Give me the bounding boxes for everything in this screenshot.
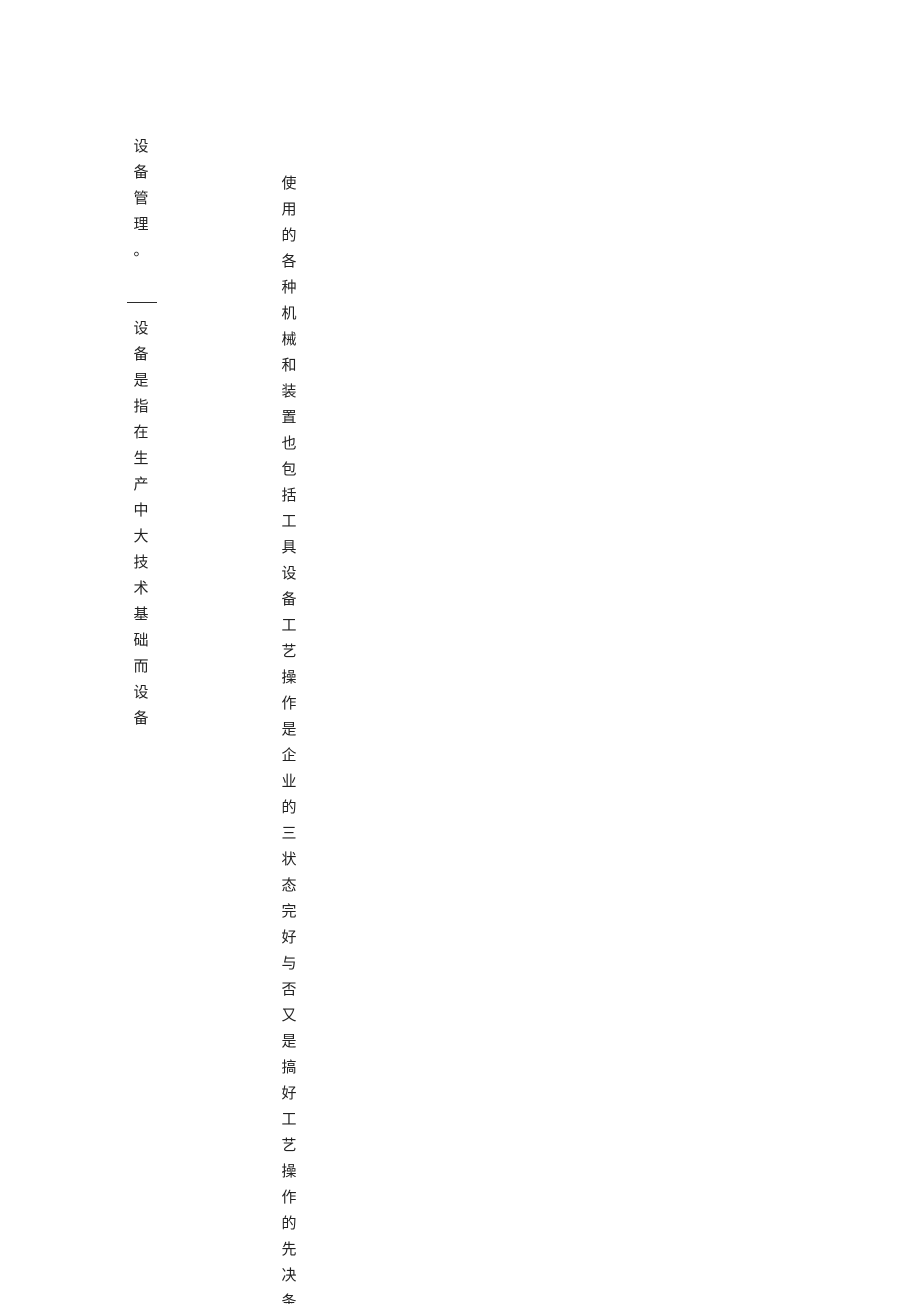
text-character: 理	[133, 217, 149, 233]
text-character: 械	[281, 332, 297, 348]
text-character: 术	[133, 581, 149, 597]
text-character: 具	[281, 540, 297, 556]
text-character: 艺	[281, 1138, 297, 1154]
text-character: 也	[281, 436, 297, 452]
text-character: 包	[281, 462, 297, 478]
text-character: 的	[281, 228, 297, 244]
text-character: 设	[281, 566, 297, 582]
text-character: 是	[281, 722, 297, 738]
text-character: 备	[133, 347, 149, 363]
horizontal-rule-mark: —	[127, 290, 157, 316]
text-character: 设	[133, 139, 149, 155]
text-character: 条	[281, 1294, 297, 1304]
text-character: 和	[281, 358, 297, 374]
document-page: 设备管理。 —设备是指在生产中大技术基础而设备 使用的各种机械和装置也包括工具设…	[0, 0, 920, 1304]
text-character: 使	[281, 176, 297, 192]
text-character: 置	[281, 410, 297, 426]
text-character: 艺	[281, 644, 297, 660]
text-character: 备	[133, 711, 149, 727]
text-character: 设	[133, 685, 149, 701]
text-character: 决	[281, 1268, 297, 1284]
blank-line-spacer	[131, 264, 151, 290]
text-character: 生	[133, 451, 149, 467]
text-character: 机	[281, 306, 297, 322]
text-character: 工	[281, 618, 297, 634]
text-character: 是	[133, 373, 149, 389]
text-character: 与	[281, 956, 297, 972]
text-character: 指	[133, 399, 149, 415]
text-character: 好	[281, 930, 297, 946]
text-character: 搞	[281, 1060, 297, 1076]
text-character: 工	[281, 1112, 297, 1128]
text-character: 又	[281, 1008, 297, 1024]
text-character: 装	[281, 384, 297, 400]
text-character: 种	[281, 280, 297, 296]
text-character: 各	[281, 254, 297, 270]
text-character: 在	[133, 425, 149, 441]
text-character: 。	[133, 243, 149, 259]
text-character: 先	[281, 1242, 297, 1258]
text-character: 大	[133, 529, 149, 545]
text-character: 中	[133, 503, 149, 519]
text-column-right: 使用的各种机械和装置也包括工具设备工艺操作是企业的三状态完好与否又是搞好工艺操作…	[279, 171, 299, 1304]
text-character: 操	[281, 670, 297, 686]
text-character: 企	[281, 748, 297, 764]
text-character: 而	[133, 659, 149, 675]
text-character: 备	[133, 165, 149, 181]
text-character: 础	[133, 633, 149, 649]
text-character: 工	[281, 514, 297, 530]
text-character: 是	[281, 1034, 297, 1050]
text-character: 作	[281, 696, 297, 712]
text-character: 技	[133, 555, 149, 571]
text-character: 括	[281, 488, 297, 504]
text-character: 的	[281, 1216, 297, 1232]
text-character: 管	[133, 191, 149, 207]
text-column-left: 设备管理。 —设备是指在生产中大技术基础而设备	[127, 134, 157, 732]
text-character: 操	[281, 1164, 297, 1180]
text-character: 好	[281, 1086, 297, 1102]
text-character: 业	[281, 774, 297, 790]
text-character: 产	[133, 477, 149, 493]
text-character: 完	[281, 904, 297, 920]
text-character: 用	[281, 202, 297, 218]
text-character: 状	[281, 852, 297, 868]
text-character: 否	[281, 982, 297, 998]
text-character: 三	[281, 826, 297, 842]
text-character: 设	[133, 321, 149, 337]
text-character: 备	[281, 592, 297, 608]
text-character: 作	[281, 1190, 297, 1206]
text-character: 的	[281, 800, 297, 816]
text-character: 基	[133, 607, 149, 623]
text-character: 态	[281, 878, 297, 894]
